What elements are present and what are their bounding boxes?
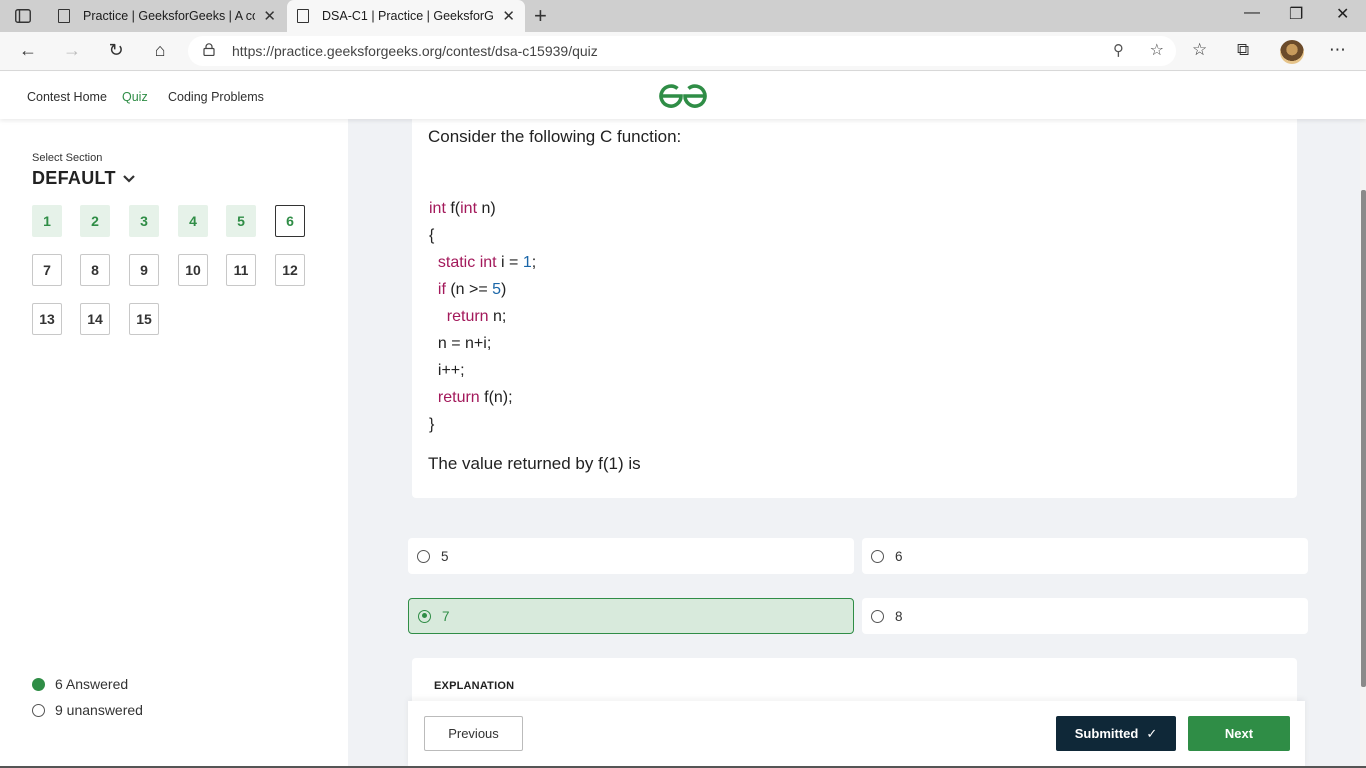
code-line-5: return n; <box>446 308 507 325</box>
nav-coding-problems[interactable]: Coding Problems <box>168 90 264 104</box>
address-bar[interactable]: https://practice.geeksforgeeks.org/conte… <box>188 36 1176 66</box>
scrollbar-thumb[interactable] <box>1361 190 1366 687</box>
option-label: 6 <box>895 548 903 564</box>
tab-title: DSA-C1 | Practice | GeeksforGeel <box>322 9 495 23</box>
question-button-15[interactable]: 15 <box>129 303 159 335</box>
option-label: 8 <box>895 608 903 624</box>
question-button-6[interactable]: 6 <box>275 205 305 237</box>
answered-dot-icon <box>32 677 45 691</box>
minimize-icon[interactable]: — <box>1244 4 1260 22</box>
page-icon <box>297 9 309 23</box>
browser-tab-quiz[interactable]: DSA-C1 | Practice | GeeksforGeel ✕ <box>287 0 525 32</box>
question-button-4[interactable]: 4 <box>178 205 208 237</box>
option-8[interactable]: 8 <box>862 598 1308 634</box>
question-intro: Consider the following C function: <box>428 127 682 146</box>
option-5[interactable]: 5 <box>408 538 854 574</box>
zoom-icon[interactable]: ⚲ <box>1113 41 1124 59</box>
option-label: 7 <box>442 608 450 624</box>
back-icon[interactable]: ← <box>16 40 40 61</box>
select-section-label: Select Section <box>32 152 103 164</box>
question-button-2[interactable]: 2 <box>80 205 110 237</box>
question-button-8[interactable]: 8 <box>80 254 110 286</box>
question-button-5[interactable]: 5 <box>226 205 256 237</box>
close-tab-icon[interactable]: ✕ <box>502 7 515 25</box>
home-icon[interactable]: ⌂ <box>148 40 172 61</box>
option-6[interactable]: 6 <box>862 538 1308 574</box>
question-button-1[interactable]: 1 <box>32 205 62 237</box>
code-line-4: if (n >= 5) <box>437 281 507 298</box>
question-button-9[interactable]: 9 <box>129 254 159 286</box>
code-line-1: int f(int n) <box>429 200 496 217</box>
url-text[interactable]: https://practice.geeksforgeeks.org/conte… <box>232 43 598 59</box>
restore-icon[interactable]: ❐ <box>1289 4 1303 24</box>
code-line-6: n = n+i; <box>429 335 492 352</box>
close-window-icon[interactable]: ✕ <box>1336 4 1349 24</box>
question-button-11[interactable]: 11 <box>226 254 256 286</box>
close-tab-icon[interactable]: ✕ <box>263 7 276 25</box>
nav-contest-home[interactable]: Contest Home <box>27 90 107 104</box>
section-dropdown[interactable]: DEFAULT <box>32 168 116 189</box>
code-block: int f(int n) { static int i = 1; if (n >… <box>429 195 536 438</box>
tab-title: Practice | GeeksforGeeks | A com <box>83 9 256 23</box>
quiz-main-area[interactable]: Consider the following C function: int f… <box>348 119 1360 768</box>
question-prompt: The value returned by f(1) is <box>428 454 641 473</box>
next-button[interactable]: Next <box>1188 716 1290 751</box>
browser-toolbar: ← → ↻ ⌂ https://practice.geeksforgeeks.o… <box>0 32 1366 71</box>
unanswered-dot-icon <box>32 703 45 717</box>
check-icon: ✓ <box>1146 725 1158 741</box>
previous-button[interactable]: Previous <box>424 716 523 751</box>
profile-avatar[interactable] <box>1280 40 1304 64</box>
question-button-7[interactable]: 7 <box>32 254 62 286</box>
refresh-icon[interactable]: ↻ <box>104 40 128 61</box>
new-tab-icon[interactable]: + <box>534 3 547 29</box>
quiz-footer: Previous Submitted ✓ Next <box>408 701 1305 768</box>
tab-actions-icon[interactable] <box>12 6 34 26</box>
favorites-icon[interactable]: ☆ <box>1192 40 1207 60</box>
option-label: 5 <box>441 548 449 564</box>
site-header: Contest Home Quiz Coding Problems <box>0 72 1366 119</box>
lock-icon <box>203 43 215 56</box>
unanswered-count: 9 unanswered <box>55 702 143 718</box>
browser-tab-practice[interactable]: Practice | GeeksforGeeks | A com ✕ <box>48 0 286 32</box>
submitted-label: Submitted <box>1074 726 1139 741</box>
add-favorite-icon[interactable]: ☆ <box>1150 40 1164 60</box>
code-line-7: i++; <box>429 362 465 379</box>
chevron-down-icon[interactable] <box>122 171 136 187</box>
radio-icon[interactable] <box>871 609 884 623</box>
question-button-14[interactable]: 14 <box>80 303 110 335</box>
radio-icon[interactable] <box>417 549 430 563</box>
more-menu-icon[interactable]: ⋯ <box>1329 40 1346 60</box>
explanation-title: EXPLANATION <box>434 680 515 692</box>
code-line-8: return f(n); <box>437 389 513 406</box>
question-button-3[interactable]: 3 <box>129 205 159 237</box>
radio-selected-icon[interactable] <box>418 609 431 623</box>
geeksforgeeks-logo[interactable] <box>658 82 708 110</box>
question-navigator-panel: Select Section DEFAULT 1 2 3 4 5 6 7 8 9… <box>0 119 348 768</box>
forward-icon[interactable]: → <box>60 40 84 61</box>
submitted-button[interactable]: Submitted ✓ <box>1056 716 1176 751</box>
nav-quiz[interactable]: Quiz <box>122 90 148 104</box>
radio-icon[interactable] <box>871 549 884 563</box>
question-button-10[interactable]: 10 <box>178 254 208 286</box>
question-button-13[interactable]: 13 <box>32 303 62 335</box>
browser-tab-strip: Practice | GeeksforGeeks | A com ✕ DSA-C… <box>0 0 1366 32</box>
page-icon <box>58 9 70 23</box>
collections-icon[interactable]: ⧉ <box>1237 40 1249 60</box>
answered-legend: 6 Answered <box>32 676 128 692</box>
option-7[interactable]: 7 <box>408 598 854 634</box>
code-line-3: static int i = 1; <box>437 254 537 271</box>
question-card: Consider the following C function: int f… <box>412 119 1297 498</box>
code-line-9: } <box>429 416 435 433</box>
question-button-12[interactable]: 12 <box>275 254 305 286</box>
unanswered-legend: 9 unanswered <box>32 702 143 718</box>
answered-count: 6 Answered <box>55 676 129 692</box>
code-line-2: { <box>429 227 435 244</box>
